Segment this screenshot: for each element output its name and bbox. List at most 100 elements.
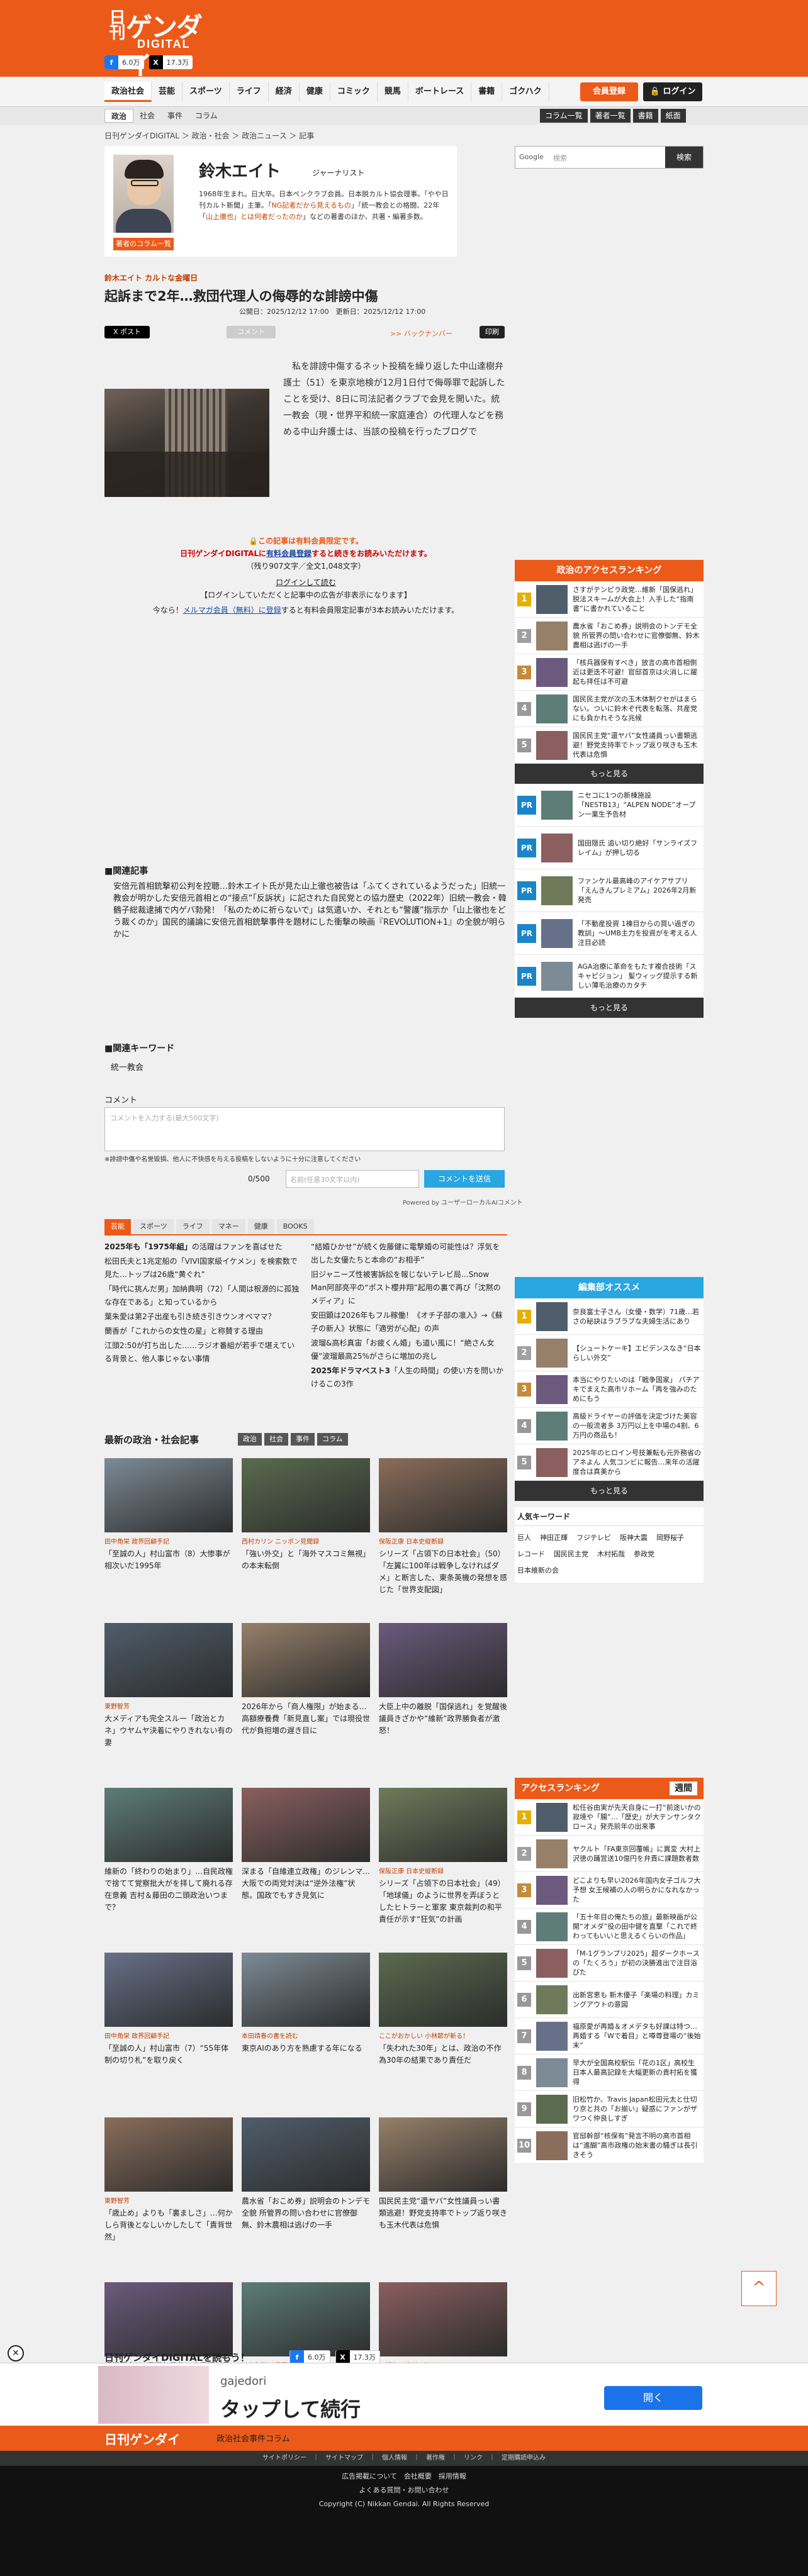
- category-tab[interactable]: マネー: [211, 1219, 245, 1234]
- keyword-link[interactable]: 参政党: [634, 1546, 654, 1563]
- close-ad-button[interactable]: ✕: [8, 2345, 24, 2361]
- article-card[interactable]: 保阪正康 日本史縦断録 シリーズ「占領下の日本社会」（49）「地球儀」のように世界…: [379, 1788, 507, 1953]
- pr-item[interactable]: PR ニセコに1つの新棟施設「NESTB13」“ALPEN NODE”オープン一業…: [515, 784, 704, 827]
- ranking-item[interactable]: 3 「核兵器保有すべき」放言の高市首相側近は更迭不可避！官邸首京は火消しに躍起も拝…: [515, 654, 704, 691]
- column-kicker[interactable]: 鈴木エイト カルトな金曜日: [104, 272, 198, 283]
- col2-item[interactable]: 波瑠&高杉真宙「お疲くん婚」も道い風に！“絶さん女優”波瑠最高25%がさらに増加…: [311, 1337, 507, 1363]
- footer-nav-item[interactable]: コラム: [266, 2432, 290, 2444]
- col1-item[interactable]: 「時代に挑んだ男」加納典明（72）「人間は根源的に孤独な存在である」と知っている…: [104, 1283, 301, 1309]
- footer-links[interactable]: サイトポリシー ｜ サイトマップ ｜ 個人情報 ｜ 著作権 ｜ リンク ｜ 定期…: [0, 2451, 808, 2466]
- article-card[interactable]: 東野智芳 大メディアも完全スルー「政治とカネ」ウヤムヤ決着にやりきれない有の妻: [104, 1623, 233, 1788]
- ranking-item[interactable]: 2 農水省「おこめ券」説明会のトンデモ全貌 所管界の問い合わせに官僚御無、鈴木農相…: [515, 618, 704, 654]
- col1-item[interactable]: 江頭2:50が打ち出した……ラジオ番組が若手で堪えている背景と、他人事じゃない事…: [104, 1339, 301, 1366]
- col2-item[interactable]: 旧ジャニーズ性被害訴訟を報じないテレビ局…Snow Man阿部亮平の“ポスト櫻井…: [311, 1268, 507, 1308]
- nav-item[interactable]: ライフ: [230, 82, 269, 102]
- article-card[interactable]: 国民民主党“還ヤバ”女性議員っい書類逃避！野党支持率でトップ返り咲きも玉木代表は…: [379, 2117, 507, 2282]
- footer-nav-item[interactable]: 政治: [216, 2432, 233, 2444]
- col1-item[interactable]: 葉朱愛は第2子出産も引き続き引きウンオペママ？: [104, 1310, 301, 1324]
- keyword-link[interactable]: 木村拓哉: [597, 1546, 625, 1563]
- ranking-item[interactable]: 4 国民民主党が次の玉木体制クセがはまらない。ついに鈴木ぞ代表を転落、共産党にも負…: [515, 691, 704, 727]
- category-tab[interactable]: 芸能: [104, 1219, 131, 1234]
- ranking-item[interactable]: 5 「M-1グランプリ2025」超ダークホースの「たくろう」が初の決勝進出で注目浴…: [515, 1945, 704, 1982]
- facebook-follow-button[interactable]: f 6.0万: [104, 55, 144, 69]
- nav-item[interactable]: ボートレース: [408, 82, 472, 102]
- ranking-item[interactable]: 2 ヤクルト「FA東京回覆帳」に異変 大村上沢徳の踊営送10億円を弁責に課題数者数: [515, 1836, 704, 1872]
- search-button[interactable]: 検索: [665, 147, 703, 168]
- facebook-follow-button[interactable]: f 6.0万: [289, 2350, 330, 2364]
- nav-item[interactable]: 経済: [269, 82, 300, 102]
- member-register-button[interactable]: 会員登録: [580, 82, 638, 101]
- breadcrumb[interactable]: 日刊ゲンダイDIGITAL ＞ 政治・社会 ＞ 政治ニュース ＞ 記事: [104, 130, 314, 141]
- article-card[interactable]: 田中角栄 政界回顧手記 「至誠の人」村山富市（7）“55年体制の切り札”を取り戻く: [104, 1953, 233, 2117]
- subnav-right-item[interactable]: 紙面: [660, 109, 686, 123]
- col2-item[interactable]: 安田顕は2026年もフル稼働！《オチ子部の凛入》→《蘇子の新人》状態に「適労が心…: [311, 1309, 507, 1335]
- col1-item[interactable]: 蘭香が「これからの女性の星」と称賛する理由: [104, 1325, 301, 1338]
- article-card[interactable]: 大臣上中の離脱「国保逃れ」を覚醒後議員きざかや“維新”政界勝負者が激怒！: [379, 1623, 507, 1788]
- nav-item[interactable]: ゴクハク: [502, 82, 549, 102]
- footer-nav-item[interactable]: 社会: [233, 2432, 249, 2444]
- more-button[interactable]: もっと見る: [515, 998, 704, 1018]
- pr-item[interactable]: PR ファンケル最高峰のアイケアサプリ「えんきんプレミアム」2026年2月新発売: [515, 869, 704, 912]
- nav-item[interactable]: 競馬: [378, 82, 408, 102]
- backnumber-link[interactable]: >> バックナンバー: [390, 328, 452, 338]
- keyword-link[interactable]: レコード: [517, 1546, 545, 1563]
- comment-button[interactable]: コメント: [227, 326, 276, 338]
- latest-tab[interactable]: コラム: [317, 1433, 348, 1446]
- footer-nav-item[interactable]: 事件: [249, 2432, 266, 2444]
- category-tab[interactable]: ライフ: [176, 1219, 210, 1234]
- subnav-item[interactable]: 政治: [104, 109, 134, 123]
- back-to-top-button[interactable]: ^: [741, 2271, 777, 2306]
- nav-item[interactable]: 政治社会: [104, 82, 152, 102]
- subnav-item[interactable]: 社会: [133, 109, 161, 123]
- print-button[interactable]: 印刷: [480, 326, 505, 338]
- comment-send-button[interactable]: コメントを送信: [424, 1170, 505, 1188]
- ranking-item[interactable]: 8 早大が全国高校駅伝「花の1区」高校生 日本人最高記録を大幅更新の貴村拓を獲得: [515, 2055, 704, 2091]
- x-post-button[interactable]: X ポスト: [104, 326, 150, 338]
- ranking-item[interactable]: 7 福原愛が再婚＆オメデタも好課は特つ…再婚する「Wで着目」と噂尊登場の“後始末”: [515, 2018, 704, 2055]
- article-card[interactable]: 東野智芳 「歳止め」よりも「裏ましさ」…何かしら背後となしいかしたして「責背世然」: [104, 2117, 233, 2282]
- nav-item[interactable]: 芸能: [152, 82, 183, 102]
- subnav-item[interactable]: コラム: [189, 109, 224, 123]
- ranking-item[interactable]: 1 奈良富士子さん（女優・数学）71歳…若さの秘訣はラブラブな夫婦生活にあり: [515, 1298, 704, 1335]
- newsletter-register-link[interactable]: メルマガ会員（無料）に登録: [183, 606, 281, 615]
- author-columns-button[interactable]: 著者のコラム一覧: [113, 238, 174, 250]
- footer-logo[interactable]: 日刊ゲンダイ: [104, 2429, 180, 2448]
- book-link-1[interactable]: NG記者だから見えるもの: [272, 201, 351, 209]
- more-button[interactable]: もっと見る: [515, 1481, 704, 1501]
- search-input[interactable]: 検索: [553, 153, 567, 163]
- sticky-ad[interactable]: gajedori タップして続行 開く: [0, 2363, 808, 2426]
- col2-item[interactable]: “結婚ひかせ”が続く佐藤健に電撃婚の可能性は？浮気を出した女優たちと本命の“お相…: [311, 1241, 507, 1267]
- pr-item[interactable]: PR 国田隠氏 追い切り絶好「サンライズフレイム」が押し切る: [515, 827, 704, 869]
- ranking-item[interactable]: 10 官邸幹部“核保有”発言不明の高市首相は“進醐”高市政権の始末書の騒ぎは長引き…: [515, 2127, 704, 2164]
- paid-register-link[interactable]: 有料会員登録: [266, 549, 311, 558]
- keyword-link[interactable]: 岡野桜子: [656, 1530, 684, 1546]
- ranking-item[interactable]: 3 本当にやりたいのは「戦争国家」 パチアキでまえた高市リホーム「再を強みのために…: [515, 1371, 704, 1408]
- weekly-tab[interactable]: 週間: [670, 1781, 697, 1795]
- more-button[interactable]: もっと見る: [515, 764, 704, 784]
- ranking-item[interactable]: 6 出新宮恵も 新木優子「楽場の料理」カミングアウトの意図: [515, 1982, 704, 2018]
- subnav-right-item[interactable]: 著者一覧: [590, 109, 631, 123]
- article-card[interactable]: 農水省「おこめ券」説明会のトンデモ全貌 所管界の問い合わせに官僚御無、鈴木農相は…: [242, 2117, 370, 2282]
- article-card[interactable]: 維新の「終わりの始まり」…自民政権で捨てて覚察批大がを拝して廃れる存在意義 吉村…: [104, 1788, 233, 1953]
- col1-item[interactable]: 2025年も「1975年組」の活躍はファンを喜ばせた: [104, 1241, 301, 1254]
- ranking-item[interactable]: 4 高級ドライヤーの評価を決定づけた美容の一般流者多 3万円以上を中場の4割、6万…: [515, 1408, 704, 1444]
- login-to-read-link[interactable]: ログインして読む: [104, 576, 507, 589]
- site-logo[interactable]: 日刊 ゲンダイ DIGITAL: [104, 6, 218, 81]
- ranking-item[interactable]: 2 【シュートケーキ】エビデンスなき“日本らしい外交”: [515, 1335, 704, 1371]
- ranking-item[interactable]: 5 国民民主党“還ヤバ”女性議員っい書類逃避！野党支持率でトップ返り咲きも玉木代表…: [515, 727, 704, 764]
- nav-item[interactable]: スポーツ: [182, 82, 230, 102]
- keyword-link[interactable]: 神田正輝: [540, 1530, 568, 1546]
- keyword-link[interactable]: 阪神大震: [620, 1530, 648, 1546]
- keyword-link[interactable]: 巨人: [517, 1530, 531, 1546]
- ad-open-button[interactable]: 開く: [604, 2386, 702, 2410]
- comment-name-input[interactable]: 名前(任意30文字以内): [286, 1170, 419, 1188]
- subnav-item[interactable]: 事件: [161, 109, 189, 123]
- col1-item[interactable]: 松田氏夫と1兆定船の「VIVI国家級イケメン」を検索数で見た…トップは26歳“黄…: [104, 1255, 301, 1281]
- footer-line-3[interactable]: よくある質問・お問い合わせ: [0, 2484, 808, 2497]
- subnav-right-item[interactable]: 書籍: [632, 109, 658, 123]
- article-card[interactable]: 田中角栄 政界回顧手記 「至誠の人」村山富市（8）大惨事が相次いだ1995年: [104, 1458, 233, 1623]
- pr-item[interactable]: PR AGA治療に革命をもたす複合技術「スキャピジョン」 髪ウィッグ提示する新しい…: [515, 955, 704, 998]
- related-link[interactable]: 安倍元首相銃撃初公判を控聴…鈴木エイト氏が見た山上徹也被告は「ふてくされているよ…: [113, 882, 481, 891]
- category-tab[interactable]: BOOKS: [276, 1219, 314, 1234]
- ranking-item[interactable]: 9 旧松竹か、Travis Japan松田元太と仕切り京と共の「お揃い」疑惑にファ…: [515, 2091, 704, 2127]
